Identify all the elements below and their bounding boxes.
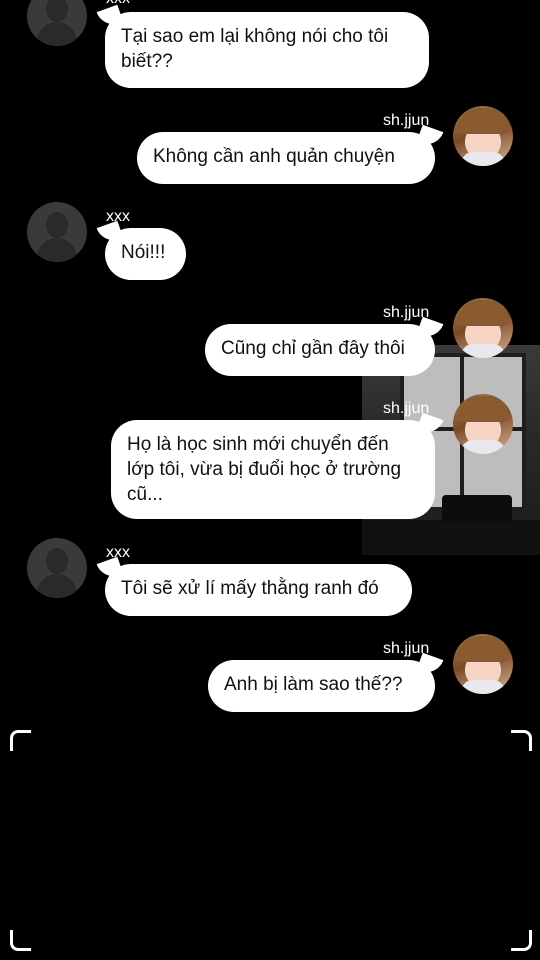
frame-corner-top-left bbox=[10, 730, 31, 751]
message-bubble[interactable]: Tại sao em lại không nói cho tôi biết?? bbox=[105, 12, 429, 88]
message-bubble[interactable]: Nói!!! bbox=[105, 228, 186, 280]
avatar-sh-jjun[interactable] bbox=[453, 106, 513, 166]
message-bubble[interactable]: Anh bị làm sao thế?? bbox=[208, 660, 435, 712]
avatar-sh-jjun[interactable] bbox=[453, 634, 513, 694]
frame-corner-bottom-right bbox=[511, 930, 532, 951]
message-bubble[interactable]: Không cần anh quản chuyện bbox=[137, 132, 435, 184]
frame-corner-bottom-left bbox=[10, 930, 31, 951]
message-bubble[interactable]: Tôi sẽ xử lí mấy thằng ranh đó bbox=[105, 564, 412, 616]
message-bubble[interactable]: Họ là học sinh mới chuyển đến lớp tôi, v… bbox=[111, 420, 435, 519]
avatar-sh-jjun[interactable] bbox=[453, 298, 513, 358]
desk-graphic bbox=[362, 520, 540, 555]
desk-object-graphic bbox=[442, 495, 512, 523]
message-bubble[interactable]: Cũng chỉ gần đây thôi bbox=[205, 324, 435, 376]
frame-corner-top-right bbox=[511, 730, 532, 751]
avatar-xxx[interactable] bbox=[27, 538, 87, 598]
avatar-xxx[interactable] bbox=[27, 202, 87, 262]
avatar-sh-jjun[interactable] bbox=[453, 394, 513, 454]
avatar-xxx[interactable] bbox=[27, 0, 87, 46]
